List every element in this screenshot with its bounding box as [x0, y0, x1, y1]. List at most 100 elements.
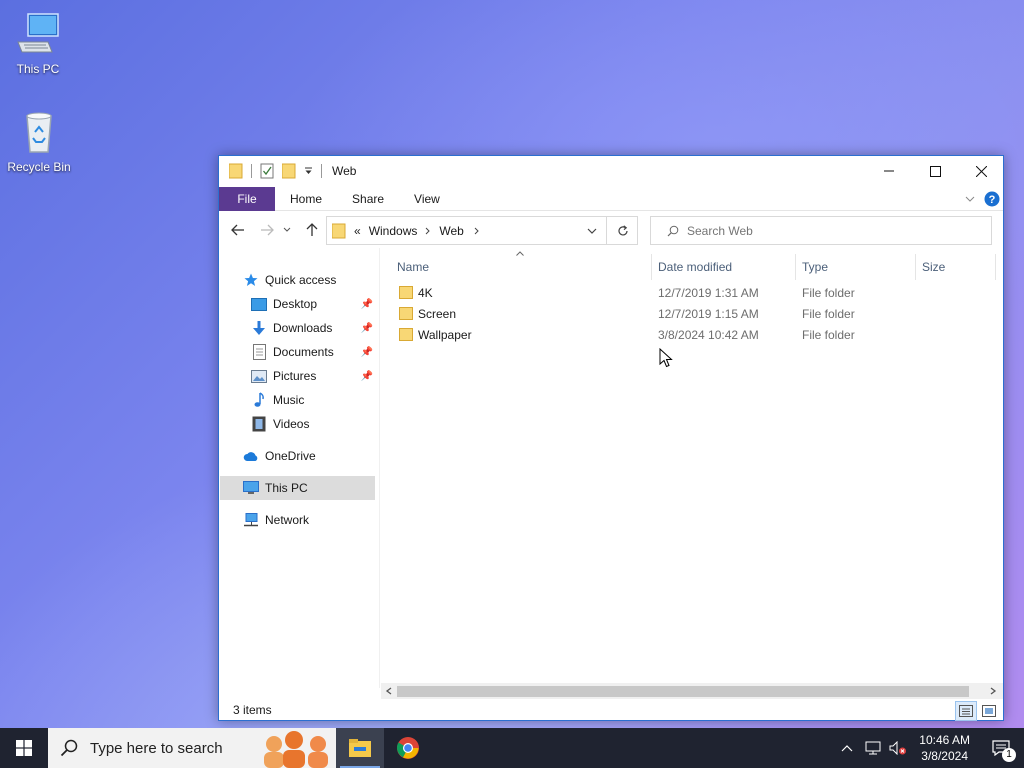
nav-item-desktop[interactable]: Desktop 📌: [251, 293, 375, 315]
search-box[interactable]: [650, 216, 992, 245]
tab-view[interactable]: View: [399, 187, 455, 211]
nav-item-documents[interactable]: Documents 📌: [251, 341, 375, 363]
pin-icon[interactable]: 📌: [361, 371, 373, 382]
nav-item-label: Desktop: [273, 297, 318, 311]
clock[interactable]: 10:46 AM 3/8/2024: [919, 732, 970, 764]
folder-icon: [399, 286, 413, 299]
item-count: 3 items: [233, 703, 272, 717]
column-header-name[interactable]: Name: [397, 256, 429, 278]
network-status-icon[interactable]: [865, 741, 881, 755]
column-header-date-modified[interactable]: Date modified: [658, 256, 732, 278]
minimize-button[interactable]: [866, 156, 912, 186]
file-row[interactable]: Screen 12/7/2019 1:15 AM File folder: [381, 304, 1001, 325]
nav-pane-divider[interactable]: [379, 248, 380, 688]
start-button[interactable]: [0, 728, 48, 768]
refresh-icon[interactable]: [617, 225, 629, 237]
nav-item-label: Pictures: [273, 369, 317, 383]
file-name: Wallpaper: [418, 328, 472, 342]
large-icons-view-button[interactable]: [979, 701, 999, 721]
nav-item-downloads[interactable]: Downloads 📌: [251, 317, 375, 339]
desktop-icon-this-pc[interactable]: This PC: [0, 10, 76, 76]
close-button[interactable]: [958, 156, 1004, 186]
breadcrumb-overflow[interactable]: «: [354, 224, 361, 238]
windows-logo-icon: [16, 740, 32, 756]
search-input[interactable]: [687, 223, 977, 238]
customize-quick-access-chevron-icon[interactable]: [304, 166, 313, 176]
details-view-icon: [959, 705, 973, 717]
volume-muted-icon[interactable]: [889, 741, 907, 755]
column-separator[interactable]: [795, 254, 796, 280]
taskbar-file-explorer[interactable]: [336, 728, 384, 768]
file-type: File folder: [802, 328, 855, 342]
breadcrumb-web[interactable]: Web: [439, 224, 463, 238]
pin-icon[interactable]: 📌: [361, 323, 373, 334]
column-header-size[interactable]: Size: [922, 256, 945, 278]
nav-item-label: Videos: [273, 417, 310, 431]
details-view-button[interactable]: [955, 701, 977, 721]
scroll-left-icon[interactable]: [385, 687, 393, 695]
video-film-icon: [252, 416, 266, 432]
help-icon[interactable]: ?: [984, 191, 1000, 207]
nav-item-label: This PC: [265, 481, 308, 495]
tab-file[interactable]: File: [219, 186, 275, 211]
ribbon-tabs: File Home Share View ?: [219, 186, 1003, 211]
forward-button[interactable]: [256, 220, 278, 240]
taskbar-search-box[interactable]: Type here to search: [48, 728, 336, 768]
up-button[interactable]: [301, 220, 323, 240]
breadcrumb-chevron-icon[interactable]: [425, 227, 431, 235]
nav-item-music[interactable]: Music: [251, 389, 304, 411]
tab-share[interactable]: Share: [337, 187, 399, 211]
file-row[interactable]: Wallpaper 3/8/2024 10:42 AM File folder: [381, 325, 1001, 346]
taskbar: Type here to search 10:46 AM 3/8/2024 1: [0, 728, 1024, 768]
close-icon: [975, 165, 987, 177]
properties-icon[interactable]: [260, 163, 274, 179]
recent-locations-button[interactable]: [281, 220, 293, 240]
picture-icon: [251, 369, 267, 383]
address-bar[interactable]: « Windows Web: [326, 216, 638, 245]
window-title: Web: [332, 164, 357, 178]
folder-icon: [229, 163, 243, 179]
desktop-icon-label: This PC: [16, 62, 60, 76]
title-bar[interactable]: Web: [219, 156, 1003, 186]
nav-item-this-pc[interactable]: This PC: [243, 477, 308, 499]
horizontal-scrollbar[interactable]: [381, 683, 1003, 699]
scrollbar-thumb[interactable]: [397, 686, 969, 697]
address-divider: [606, 217, 607, 244]
nav-item-onedrive[interactable]: OneDrive: [243, 445, 316, 467]
toolbar-separator: [321, 164, 322, 178]
nav-item-label: Documents: [273, 345, 334, 359]
column-separator[interactable]: [995, 254, 996, 280]
nav-item-pictures[interactable]: Pictures 📌: [251, 365, 375, 387]
nav-item-label: Quick access: [265, 273, 337, 287]
maximize-button[interactable]: [912, 156, 958, 186]
address-history-chevron-icon[interactable]: [587, 228, 597, 235]
large-icons-view-icon: [982, 705, 996, 717]
chrome-icon: [397, 737, 419, 759]
expand-ribbon-chevron-icon[interactable]: [965, 195, 975, 203]
nav-item-videos[interactable]: Videos: [251, 413, 309, 435]
file-date: 12/7/2019 1:15 AM: [658, 307, 759, 321]
column-separator[interactable]: [651, 254, 652, 280]
scroll-right-icon[interactable]: [989, 687, 997, 695]
column-header-type[interactable]: Type: [802, 256, 828, 278]
breadcrumb-windows[interactable]: Windows: [369, 224, 418, 238]
desktop-icon-recycle-bin[interactable]: Recycle Bin: [1, 108, 77, 174]
notification-count-badge: 1: [1002, 748, 1016, 762]
breadcrumb-chevron-icon[interactable]: [474, 227, 480, 235]
nav-item-label: Network: [265, 513, 310, 527]
nav-item-network[interactable]: Network: [243, 509, 309, 531]
pin-icon[interactable]: 📌: [361, 299, 373, 310]
taskbar-chrome[interactable]: [384, 728, 432, 768]
action-center-button[interactable]: 1: [978, 728, 1024, 768]
tab-home[interactable]: Home: [275, 187, 337, 211]
pin-icon[interactable]: 📌: [361, 347, 373, 358]
file-row[interactable]: 4K 12/7/2019 1:31 AM File folder: [381, 283, 1001, 304]
nav-item-quick-access[interactable]: Quick access: [243, 269, 336, 291]
show-hidden-icons-chevron-icon[interactable]: [841, 744, 853, 752]
new-folder-icon[interactable]: [282, 163, 296, 179]
column-separator[interactable]: [915, 254, 916, 280]
clock-date: 3/8/2024: [921, 749, 968, 763]
back-button[interactable]: [227, 220, 249, 240]
nav-item-label: Music: [273, 393, 305, 407]
file-explorer-icon: [349, 739, 371, 757]
